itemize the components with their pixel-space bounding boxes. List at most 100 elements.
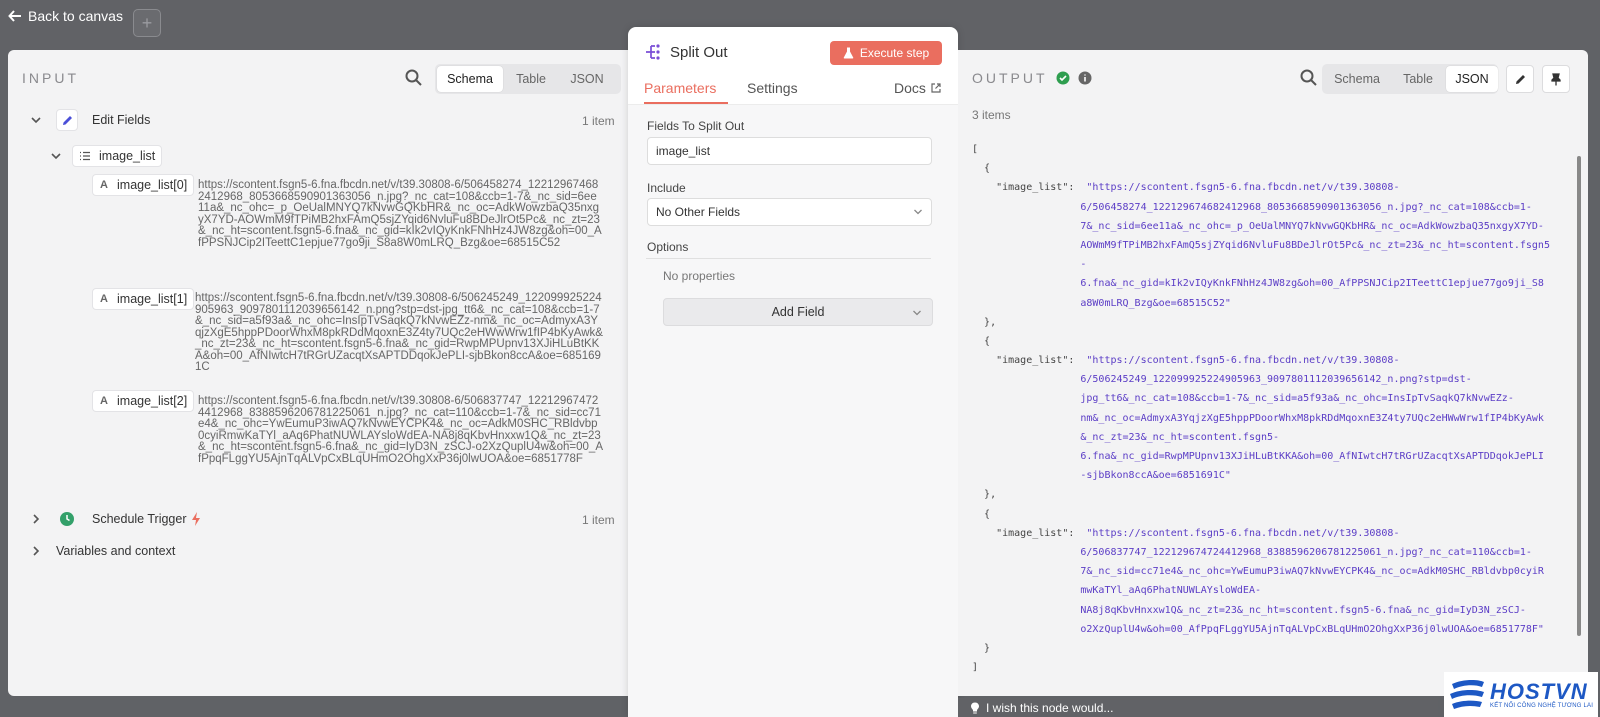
json-line: "image_list": "https://scontent.fsgn5-6.… — [972, 524, 1550, 543]
hostvn-tagline: KẾT NỐI CÔNG NGHỆ TƯƠNG LAI — [1490, 702, 1594, 709]
success-check-icon — [1056, 71, 1070, 85]
output-view-switcher: Schema Table JSON — [1322, 64, 1498, 94]
json-string-value: 6.fna&_nc_gid=kIk2vIQyKnkFNhHz4JW8zg&oh=… — [1080, 278, 1544, 290]
hostvn-logo-icon — [1450, 679, 1484, 709]
input-tab-json[interactable]: JSON — [559, 66, 615, 92]
add-node-button[interactable]: + — [133, 9, 161, 37]
json-line: AOWmM9fTPiMB2hxFAmQ5sjZYqid6NvluFu8BDeJl… — [972, 236, 1550, 255]
json-token: } — [984, 642, 991, 654]
json-string-value: "https://scontent.fsgn5-6.fna.fbcdn.net/… — [1086, 527, 1400, 539]
image-list-0-value: https://scontent.fsgn5-6.fna.fbcdn.net/v… — [198, 179, 602, 249]
tab-settings[interactable]: Settings — [747, 80, 798, 96]
json-line: - — [972, 255, 1550, 274]
json-line: }, — [972, 313, 1550, 332]
fields-to-split-input[interactable]: image_list — [647, 137, 932, 165]
tree-node-edit-fields[interactable]: Edit Fields — [30, 109, 150, 131]
tree-variables-context[interactable]: Variables and context — [30, 544, 175, 558]
json-line: "image_list": "https://scontent.fsgn5-6.… — [972, 351, 1550, 370]
json-line: &_nc_zt=23&_nc_ht=scontent.fsgn5- — [972, 428, 1550, 447]
add-field-label: Add Field — [771, 305, 825, 319]
chevron-down-icon — [914, 209, 922, 215]
json-line: "image_list": "https://scontent.fsgn5-6.… — [972, 178, 1550, 197]
json-output-view[interactable]: [ { "image_list": "https://scontent.fsgn… — [972, 140, 1550, 677]
edit-fields-item-count: 1 item — [582, 114, 615, 128]
pencil-icon — [1515, 74, 1525, 84]
add-field-button[interactable]: Add Field — [663, 298, 933, 326]
json-token: "image_list": — [996, 182, 1087, 194]
feedback-hint-text: I wish this node would... — [986, 700, 1114, 715]
json-token: "image_list": — [996, 355, 1087, 367]
arrow-left-icon — [8, 10, 21, 22]
json-string-value: -sjbBkon8ccA&oe=6851691C" — [1080, 470, 1231, 482]
tree-node-schedule-trigger[interactable]: Schedule Trigger — [30, 508, 201, 530]
docs-link[interactable]: Docs — [894, 80, 941, 96]
chevron-down-icon — [51, 153, 61, 160]
tab-parameters[interactable]: Parameters — [644, 80, 716, 96]
image-list-label: image_list — [99, 149, 156, 163]
json-line: 6/506458274_122129674682412968_805366859… — [972, 198, 1550, 217]
json-line: [ — [972, 140, 1550, 159]
json-string-value: jpg_tt6&_nc_cat=108&ccb=1-7&_nc_sid=a5f9… — [1080, 393, 1514, 405]
search-icon[interactable] — [404, 68, 424, 88]
schedule-trigger-name: Schedule Trigger — [92, 512, 187, 526]
json-string-value: AOWmM9fTPiMB2hxFAmQ5sjZYqid6NvluFu8BDeJl… — [1080, 239, 1550, 251]
chevron-right-icon — [33, 546, 40, 556]
variables-context-label: Variables and context — [56, 544, 176, 558]
json-token: [ — [972, 144, 979, 155]
chevron-down-icon — [913, 310, 921, 316]
edit-output-button[interactable] — [1506, 65, 1534, 93]
lightbulb-icon — [971, 702, 979, 713]
json-line: } — [972, 639, 1550, 658]
output-tab-schema[interactable]: Schema — [1324, 66, 1390, 92]
json-token: { — [984, 335, 991, 347]
feedback-hint[interactable]: I wish this node would... — [958, 698, 1438, 717]
output-tab-json[interactable]: JSON — [1446, 66, 1498, 92]
input-tab-schema[interactable]: Schema — [437, 66, 503, 92]
input-panel-title: INPUT — [22, 70, 79, 86]
include-select[interactable]: No Other Fields — [647, 198, 932, 226]
info-icon[interactable] — [1078, 71, 1092, 85]
back-to-canvas-link[interactable]: Back to canvas — [8, 8, 123, 24]
json-string-value: 6/506837747_122129674724412968_838859620… — [1080, 546, 1532, 558]
input-tab-table[interactable]: Table — [505, 66, 557, 92]
json-line: 6.fna&_nc_gid=kIk2vIQyKnkFNhHz4JW8zg&oh=… — [972, 274, 1550, 293]
image-list-1-name: image_list[1] — [117, 292, 188, 306]
split-out-icon — [646, 44, 660, 60]
json-token: "image_list": — [996, 527, 1087, 539]
json-line: 7&_nc_sid=cc71e4&_nc_ohc=YwEumuP3iwAQ7kN… — [972, 562, 1550, 581]
json-line: { — [972, 159, 1550, 178]
json-line: jpg_tt6&_nc_cat=108&ccb=1-7&_nc_sid=a5f9… — [972, 389, 1550, 408]
json-token: }, — [984, 316, 997, 328]
search-icon[interactable] — [1299, 68, 1319, 88]
execute-step-button[interactable]: Execute step — [830, 41, 942, 65]
json-line: a8W0mLRQ_Bzg&oe=68515C52" — [972, 294, 1550, 313]
pin-output-button[interactable] — [1542, 65, 1570, 93]
json-line: { — [972, 505, 1550, 524]
tree-field-image-list[interactable]: image_list — [50, 145, 163, 167]
output-scrollbar[interactable] — [1577, 156, 1581, 636]
json-line: o2XzQuplU4w&oh=00_AfPpqFLggYU5AjnTqALVpC… — [972, 620, 1550, 639]
input-panel: INPUT Schema Table JSON Edit Fields 1 it… — [8, 50, 628, 696]
output-tab-table[interactable]: Table — [1392, 66, 1444, 92]
image-list-1-value: https://scontent.fsgn5-6.fna.fbcdn.net/v… — [195, 292, 603, 373]
string-type-icon: A — [100, 293, 108, 305]
options-divider — [646, 258, 931, 259]
json-string-value: - — [1080, 259, 1087, 271]
json-string-value: a8W0mLRQ_Bzg&oe=68515C52" — [1080, 297, 1231, 309]
include-label: Include — [647, 181, 686, 195]
hostvn-name: HOSTVN — [1490, 678, 1588, 704]
